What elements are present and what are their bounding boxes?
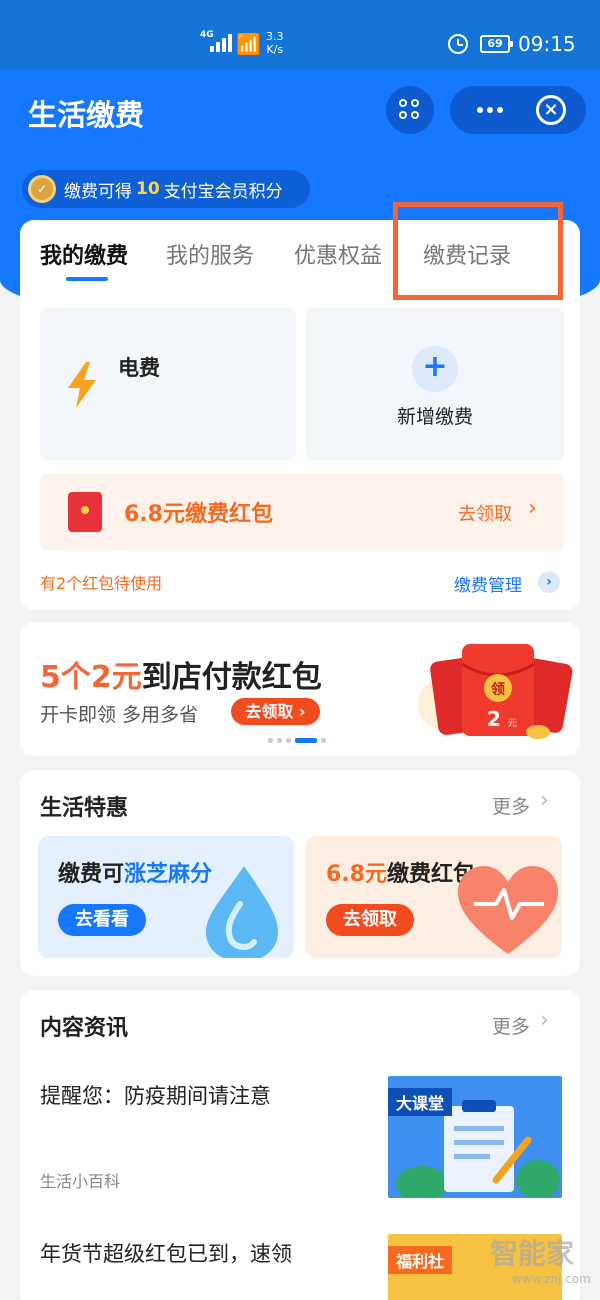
scan-button[interactable] <box>386 86 434 134</box>
chevron-right-icon[interactable]: › <box>538 571 560 593</box>
promo-banner[interactable]: 5个2元到店付款红包 开卡即领 多用多省 去领取 › 领 2 元 <box>20 622 580 756</box>
news-thumbnail[interactable]: 大课堂 <box>388 1076 562 1198</box>
active-tab-indicator <box>66 277 108 281</box>
section-title: 生活特惠 <box>40 796 129 821</box>
heart-icon <box>458 866 558 954</box>
news-item-tag: 生活小百科 <box>40 1172 121 1191</box>
electricity-bill-tile[interactable]: 电费 <box>40 308 296 460</box>
chevron-right-icon: › <box>528 496 537 521</box>
status-bar: 4G 📶 3.3 K/s 69 09:15 <box>0 0 600 70</box>
news-item-title[interactable]: 年货节超级红包已到，速领 <box>40 1238 292 1268</box>
battery-icon: 69 <box>480 35 513 53</box>
banner-highlight: 5个2元 <box>40 660 142 695</box>
banner-headline-text: 到店付款红包 <box>141 660 322 695</box>
thumbnail-label: 大课堂 <box>388 1088 453 1116</box>
water-drop-icon <box>206 866 278 958</box>
add-payment-tile[interactable]: + 新增缴费 <box>306 308 564 460</box>
claim-link[interactable]: 去领取 <box>458 500 512 526</box>
reward-points: 10 <box>136 179 160 199</box>
tab-benefits[interactable]: 优惠权益 <box>294 238 382 270</box>
tab-my-payments[interactable]: 我的缴费 <box>40 238 128 270</box>
banner-claim-button[interactable]: 去领取 › <box>231 698 320 725</box>
status-time: 09:15 <box>518 32 576 56</box>
watermark: 智能家 <box>490 1237 575 1270</box>
mini-program-capsule: × <box>450 86 586 134</box>
scan-icon <box>399 99 421 121</box>
red-packet-text: 6.8元缴费红包 <box>124 502 273 527</box>
watermark-url: www.znj.com <box>512 1272 591 1286</box>
network-speed: 3.3 K/s <box>266 30 284 56</box>
lightning-icon <box>68 362 96 408</box>
carousel-indicator <box>268 738 326 743</box>
close-button[interactable]: × <box>536 95 566 125</box>
banner-claim-label: 去领取 <box>245 702 294 721</box>
banner-headline: 5个2元到店付款红包 <box>40 652 322 696</box>
tab-my-services[interactable]: 我的服务 <box>166 238 254 270</box>
wifi-icon: 📶 <box>236 32 261 56</box>
speed-value: 3.3 <box>266 30 284 43</box>
red-envelope-illustration: 领 2 元 <box>418 644 573 739</box>
deal-title-highlight: 6.8元 <box>326 862 387 887</box>
pending-red-packets[interactable]: 有2个红包待使用 <box>40 570 162 594</box>
news-item-title[interactable]: 提醒您：防疫期间请注意 <box>40 1080 271 1110</box>
highlight-annotation <box>393 202 563 300</box>
envelope-amount: 2 <box>487 707 501 731</box>
page-title: 生活缴费 <box>28 98 145 132</box>
envelope-unit: 元 <box>508 719 517 729</box>
deal-card-red-packet[interactable]: 6.8元缴费红包 去领取 <box>306 836 562 958</box>
life-deals-section: 生活特惠 更多 › 缴费可涨芝麻分 去看看 6.8元缴费红包 去领取 <box>20 770 580 976</box>
electricity-label: 电费 <box>118 356 160 380</box>
deal-title-text: 缴费可 <box>58 862 125 887</box>
plus-icon: + <box>412 346 458 392</box>
reward-prefix: 缴费可得 <box>64 181 132 202</box>
medal-icon: ✓ <box>28 175 56 203</box>
view-button[interactable]: 去看看 <box>58 904 146 936</box>
more-options-button[interactable] <box>470 86 510 134</box>
red-envelope-icon <box>68 492 102 532</box>
chevron-right-icon[interactable]: › <box>540 1008 549 1033</box>
reward-suffix: 支付宝会员积分 <box>163 181 283 202</box>
chevron-right-icon[interactable]: › <box>540 788 549 813</box>
reward-banner[interactable]: ✓ 缴费可得 10 支付宝会员积分 <box>22 170 310 208</box>
alarm-icon <box>448 34 468 54</box>
section-title: 内容资讯 <box>40 1016 129 1041</box>
deal-card-sesame[interactable]: 缴费可涨芝麻分 去看看 <box>38 836 294 958</box>
speed-unit: K/s <box>266 43 284 56</box>
add-payment-label: 新增缴费 <box>396 406 473 428</box>
payment-management-link[interactable]: 缴费管理 <box>454 571 522 596</box>
envelope-char: 领 <box>491 681 505 698</box>
thumbnail-label: 福利社 <box>388 1246 453 1274</box>
red-packet-offer[interactable]: 6.8元缴费红包 去领取 › <box>40 474 564 550</box>
more-link[interactable]: 更多 <box>492 1012 530 1039</box>
claim-button[interactable]: 去领取 <box>326 904 414 936</box>
signal-icon <box>210 34 232 52</box>
more-link[interactable]: 更多 <box>492 792 530 819</box>
banner-subtitle: 开卡即领 多用多省 <box>40 704 199 726</box>
